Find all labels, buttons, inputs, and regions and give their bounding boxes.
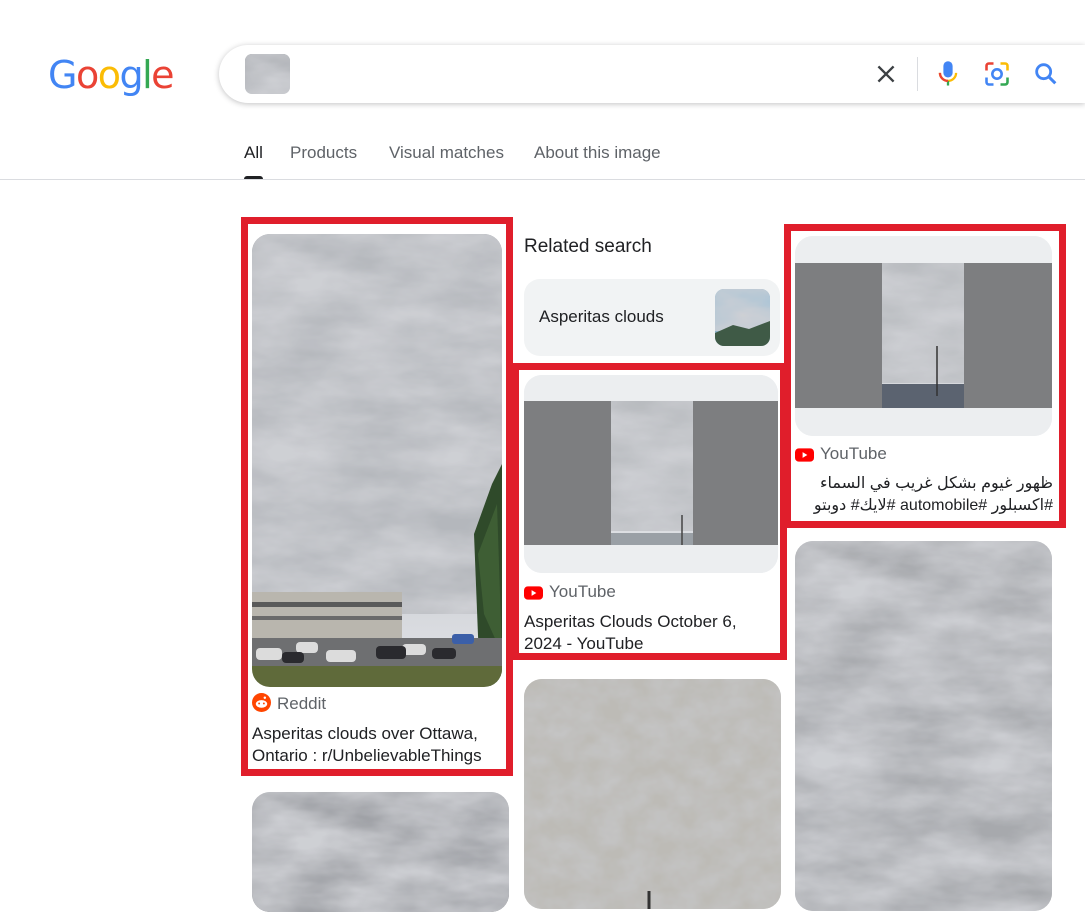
mic-icon[interactable] [934, 59, 962, 89]
logo-letter: g [119, 53, 143, 97]
highlight-box [784, 224, 1066, 528]
divider [917, 57, 918, 91]
search-icon[interactable] [1032, 60, 1060, 88]
logo-letter: l [142, 53, 153, 97]
result-image-mammatus[interactable] [524, 679, 781, 909]
tab-visual-matches[interactable]: Visual matches [389, 140, 504, 178]
tab-about-this-image[interactable]: About this image [534, 140, 661, 178]
result-image[interactable] [252, 792, 509, 912]
related-chip-label: Asperitas clouds [539, 307, 664, 326]
related-chip-thumbnail [715, 289, 770, 346]
search-bar[interactable] [219, 45, 1085, 103]
tab-all[interactable]: All [244, 140, 263, 179]
logo-letter: o [75, 53, 99, 97]
related-search-chip[interactable]: Asperitas clouds [524, 279, 780, 356]
logo-letter: o [97, 53, 121, 97]
highlight-box [512, 363, 787, 660]
lens-icon[interactable] [983, 60, 1011, 88]
highlight-box [241, 217, 513, 776]
close-icon[interactable] [873, 61, 899, 87]
logo-letter: G [48, 53, 77, 97]
related-search-title: Related search [524, 236, 652, 257]
query-image-thumbnail[interactable] [245, 54, 290, 94]
tab-products[interactable]: Products [290, 140, 357, 178]
result-image[interactable] [795, 541, 1052, 911]
google-logo[interactable]: Google [48, 52, 175, 98]
logo-letter: e [151, 53, 174, 97]
tabs-divider [0, 179, 1085, 180]
